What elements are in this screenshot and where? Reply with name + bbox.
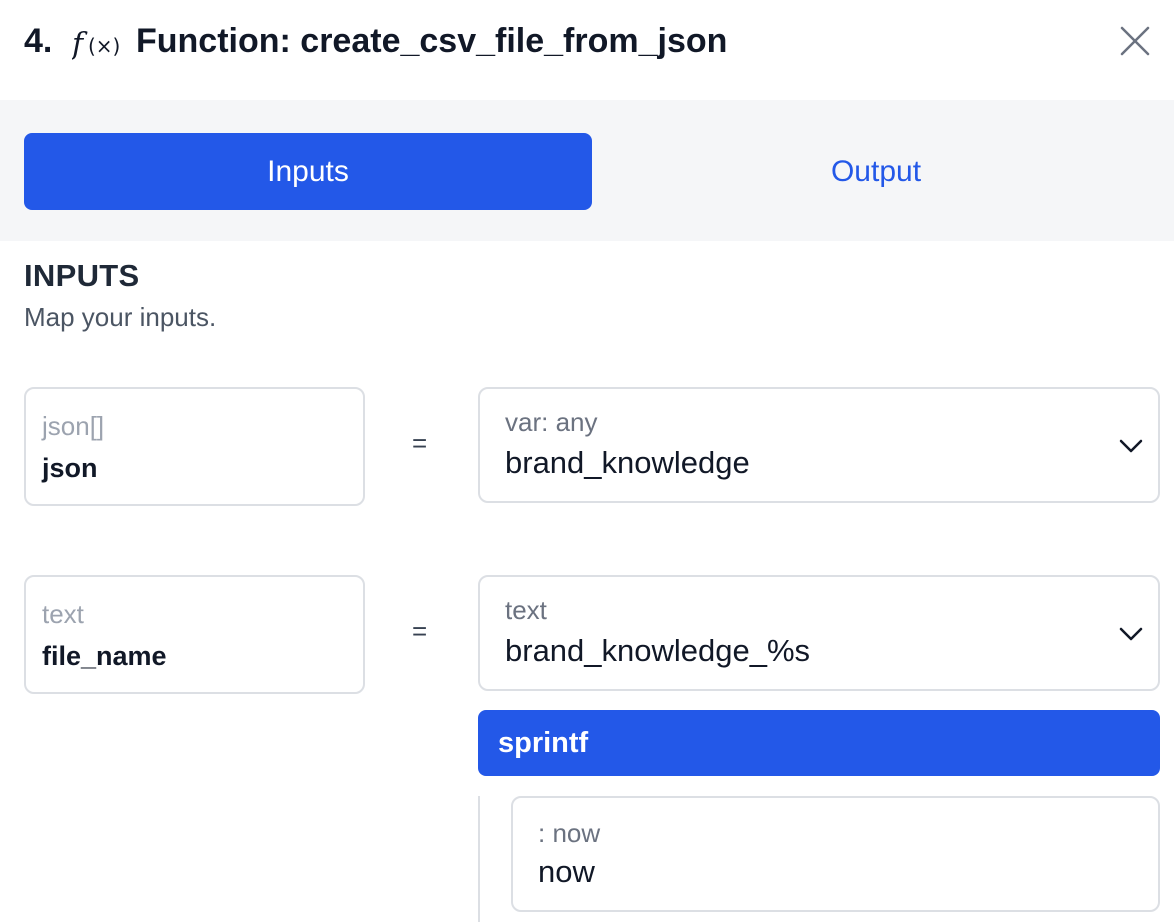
tab-output[interactable]: Output — [592, 133, 1160, 210]
step-number: 4. — [24, 22, 53, 60]
arg-value: now — [538, 854, 595, 889]
param-box-json: json[] json — [24, 387, 365, 506]
filter-arg-field[interactable]: : now now — [511, 796, 1160, 912]
nesting-line — [478, 796, 480, 922]
function-title: Function: create_csv_file_from_json — [136, 22, 728, 60]
close-icon[interactable] — [1118, 24, 1152, 58]
value-text: brand_knowledge — [505, 445, 750, 480]
value-select-file-name[interactable]: text brand_knowledge_%s — [478, 575, 1160, 691]
arg-label: : now — [538, 818, 601, 848]
chevron-down-icon[interactable] — [1116, 431, 1146, 461]
function-icon: f (×) — [72, 27, 120, 62]
param-name: json — [42, 453, 98, 483]
svg-text:f: f — [72, 27, 88, 62]
equals-sign: = — [412, 428, 428, 458]
section-title: INPUTS — [24, 258, 140, 293]
value-select-json[interactable]: var: any brand_knowledge — [478, 387, 1160, 503]
param-name: file_name — [42, 641, 167, 671]
chevron-down-icon[interactable] — [1116, 619, 1146, 649]
param-box-file-name: text file_name — [24, 575, 365, 694]
value-type: var: any — [505, 407, 598, 437]
section-subtitle: Map your inputs. — [24, 302, 217, 332]
value-text: brand_knowledge_%s — [505, 633, 811, 668]
equals-sign: = — [412, 616, 428, 646]
value-type: text — [505, 595, 547, 625]
tab-inputs[interactable]: Inputs — [24, 133, 592, 210]
filter-sprintf-bar[interactable]: sprintf — [478, 710, 1160, 776]
tab-bar: Inputs Output — [0, 100, 1174, 241]
param-type: json[] — [42, 411, 105, 441]
panel-header: 4. f (×) Function: create_csv_file_from_… — [0, 0, 1174, 100]
param-type: text — [42, 599, 84, 629]
svg-text:(×): (×) — [88, 34, 120, 58]
